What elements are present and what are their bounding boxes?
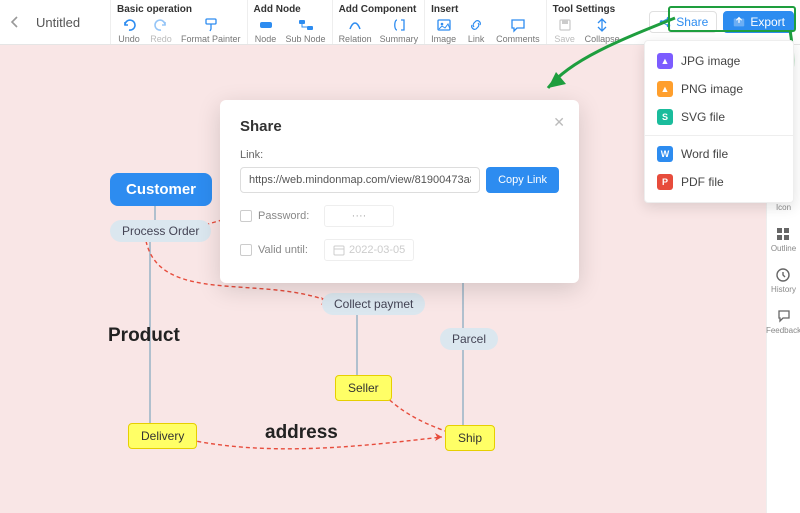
share-button[interactable]: Share <box>649 11 717 33</box>
right-actions: Share Export <box>649 0 800 44</box>
node-delivery[interactable]: Delivery <box>128 423 197 449</box>
rail-feedback[interactable]: Feedback <box>766 308 800 335</box>
comment-icon <box>510 17 526 33</box>
summary-button[interactable]: Summary <box>380 17 419 44</box>
doc-title[interactable]: Untitled <box>30 0 110 44</box>
history-icon <box>775 267 791 283</box>
node-seller[interactable]: Seller <box>335 375 392 401</box>
export-word[interactable]: WWord file <box>645 140 793 168</box>
link-input[interactable] <box>240 167 480 193</box>
collapse-icon <box>594 17 610 33</box>
image-button[interactable]: Image <box>431 17 456 44</box>
paintbrush-icon <box>203 17 219 33</box>
undo-button[interactable]: Undo <box>117 17 141 44</box>
password-input[interactable] <box>324 205 394 227</box>
group-insert: Insert Image Link Comments <box>424 0 546 44</box>
group-basic: Basic operation Undo Redo Format Painter <box>110 0 247 44</box>
node-process-order[interactable]: Process Order <box>110 220 211 242</box>
save-icon <box>557 17 573 33</box>
rail-history[interactable]: History <box>771 267 796 294</box>
node-customer[interactable]: Customer <box>110 173 212 206</box>
outline-icon <box>775 226 791 242</box>
save-button[interactable]: Save <box>553 17 577 44</box>
feedback-icon <box>776 308 792 324</box>
group-tool-settings: Tool Settings Save Collapse <box>546 0 626 44</box>
export-button[interactable]: Export <box>723 11 794 33</box>
jpg-icon: ▲ <box>657 53 673 69</box>
pdf-icon: P <box>657 174 673 190</box>
export-pdf[interactable]: PPDF file <box>645 168 793 196</box>
rail-outline[interactable]: Outline <box>771 226 796 253</box>
copy-link-button[interactable]: Copy Link <box>486 167 559 193</box>
node-ship[interactable]: Ship <box>445 425 495 451</box>
label-address: address <box>265 422 338 444</box>
export-svg[interactable]: SSVG file <box>645 103 793 131</box>
close-button[interactable]: ✕ <box>553 114 565 131</box>
link-button[interactable]: Link <box>464 17 488 44</box>
label-product: Product <box>108 325 180 347</box>
export-png[interactable]: ▲PNG image <box>645 75 793 103</box>
share-dialog: ✕ Share Link: Copy Link Password: Valid … <box>220 100 579 283</box>
node-button[interactable]: Node <box>254 17 278 44</box>
link-icon <box>468 17 484 33</box>
node-parcel[interactable]: Parcel <box>440 328 498 350</box>
node-icon <box>258 17 274 33</box>
back-button[interactable] <box>0 0 30 44</box>
link-label: Link: <box>240 149 559 161</box>
share-title: Share <box>240 118 559 135</box>
password-checkbox[interactable] <box>240 210 252 222</box>
relation-button[interactable]: Relation <box>339 17 372 44</box>
chevron-left-icon <box>9 16 21 28</box>
node-collect-payment[interactable]: Collect paymet <box>322 293 425 315</box>
png-icon: ▲ <box>657 81 673 97</box>
export-menu: ▲JPG image ▲PNG image SSVG file WWord fi… <box>644 40 794 203</box>
top-toolbar: Untitled Basic operation Undo Redo Forma… <box>0 0 800 45</box>
password-label: Password: <box>258 210 318 222</box>
format-painter-button[interactable]: Format Painter <box>181 17 241 44</box>
export-jpg[interactable]: ▲JPG image <box>645 47 793 75</box>
validuntil-label: Valid until: <box>258 244 318 256</box>
group-add-component: Add Component Relation Summary <box>332 0 425 44</box>
validuntil-checkbox[interactable] <box>240 244 252 256</box>
relation-icon <box>347 17 363 33</box>
date-input[interactable]: 2022-03-05 <box>324 239 414 261</box>
subnode-button[interactable]: Sub Node <box>286 17 326 44</box>
word-icon: W <box>657 146 673 162</box>
summary-icon <box>391 17 407 33</box>
subnode-icon <box>298 17 314 33</box>
calendar-icon <box>333 244 345 256</box>
group-add-node: Add Node Node Sub Node <box>247 0 332 44</box>
image-icon <box>436 17 452 33</box>
share-icon <box>658 15 672 29</box>
collapse-button[interactable]: Collapse <box>585 17 620 44</box>
redo-button[interactable]: Redo <box>149 17 173 44</box>
svg-icon: S <box>657 109 673 125</box>
undo-icon <box>121 17 137 33</box>
export-icon <box>732 15 746 29</box>
redo-icon <box>153 17 169 33</box>
comments-button[interactable]: Comments <box>496 17 540 44</box>
